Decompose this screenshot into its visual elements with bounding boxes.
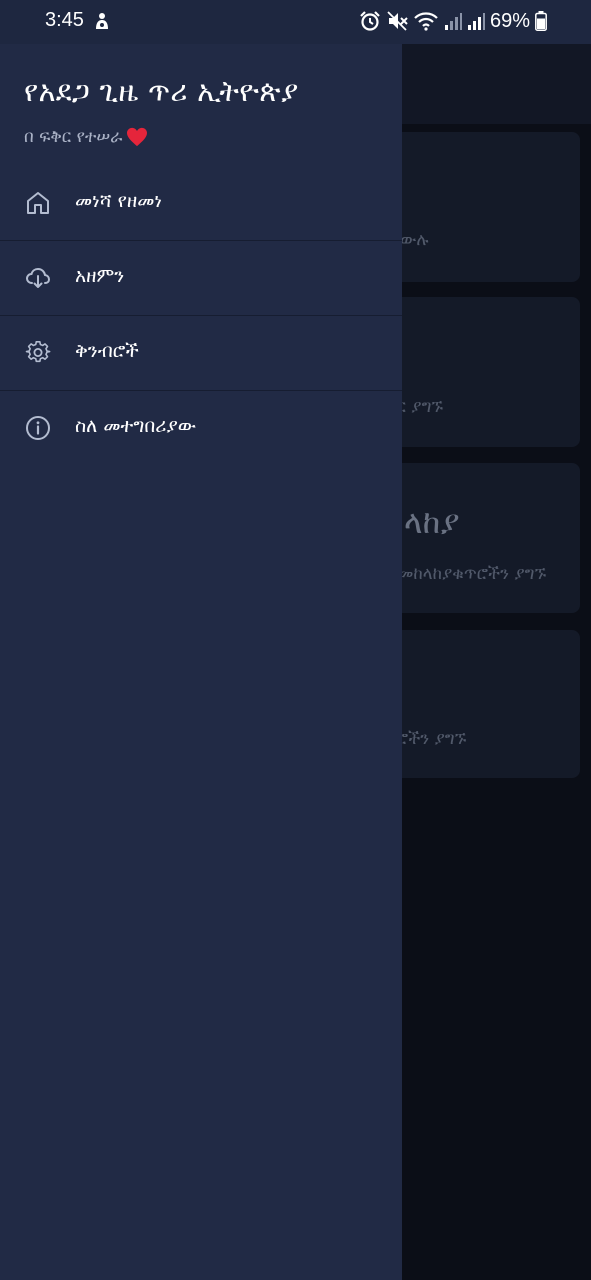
signal-icon [444,13,462,30]
battery-percentage: 69% [489,9,530,32]
menu-item-update[interactable]: አዘምን [0,241,402,316]
menu-item-label: ስለ መተግበሪያው [75,415,197,437]
cloud-download-icon [25,267,51,288]
background-card-more[interactable]: ጥሮችን ያግኙ [382,630,580,778]
mute-icon [387,11,408,31]
notification-icon [96,13,108,29]
info-icon [26,416,50,440]
drawer-title: የአደጋ ጊዜ ጥሪ ኢትዮጵያ [24,74,299,108]
wifi-icon [414,12,438,31]
battery-icon [535,11,547,31]
status-bar: 3:45 69% [0,0,591,44]
gear-icon [25,340,51,363]
background-card-emergency-call[interactable]: ን ይደውሉ [382,132,580,282]
background-card-numbers[interactable]: ቁጥር ያግኙ [382,297,580,447]
alarm-icon [360,11,380,31]
signal-icon [467,13,485,30]
menu-item-label: አዘምን [75,265,125,287]
menu-item-label: ቅንብሮች [75,340,139,362]
background-card-caption: መከላከያቁጥሮችን ያግኙ [398,564,547,584]
menu-item-about[interactable]: ስለ መተግበሪያው [0,391,402,465]
heart-icon [127,127,148,147]
background-card-heading: ላከያ [404,503,460,541]
navigation-drawer: የአደጋ ጊዜ ጥሪ ኢትዮጵያ በ ፍቅር የተሠራ መነሻ የዘመነ አዘም… [0,44,402,1280]
drawer-subtitle-text: በ ፍቅር የተሠራ [24,127,123,147]
status-icons: 69% [359,10,547,32]
menu-item-home[interactable]: መነሻ የዘመነ [0,166,402,241]
menu-item-label: መነሻ የዘመነ [75,190,162,212]
drawer-menu: መነሻ የዘመነ አዘምን ቅንብሮች ስለ መተግበሪያው [0,166,402,465]
background-card-defense[interactable]: ላከያ መከላከያቁጥሮችን ያግኙ [382,463,580,613]
status-time: 3:45 [45,9,84,31]
drawer-subtitle: በ ፍቅር የተሠራ [24,127,148,147]
home-icon [27,192,49,214]
menu-item-settings[interactable]: ቅንብሮች [0,316,402,391]
